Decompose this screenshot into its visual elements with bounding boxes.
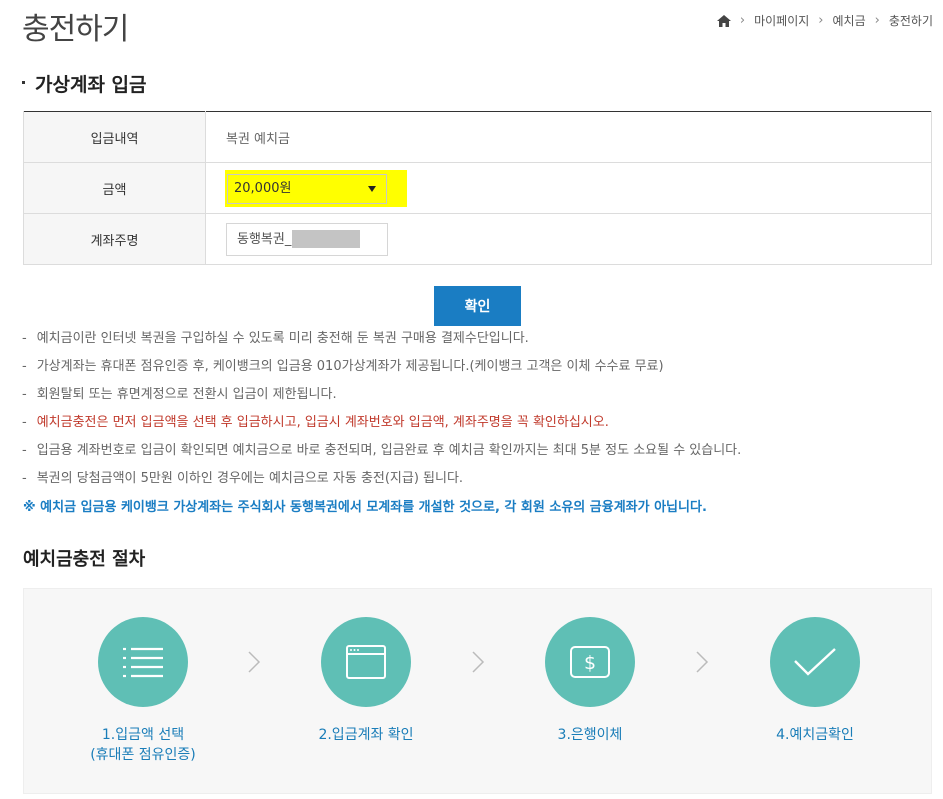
procedure-title: 예치금충전 절차 [23, 549, 146, 570]
list-icon [123, 647, 163, 678]
section-title: 가상계좌 입금 [22, 70, 147, 97]
notice-text-warning: 예치금충전은 먼저 입금액을 선택 후 입금하시고, 입금시 계좌번호와 입금액… [36, 415, 609, 430]
amount-label: 금액 [23, 162, 206, 214]
step-title: 2.입금계좌 확인 [318, 727, 414, 743]
list-item: - 복권의 당첨금액이 5만원 이하인 경우에는 예치금으로 자동 충전(지급) … [22, 469, 932, 497]
step-circle [98, 617, 188, 707]
browser-window-icon [346, 645, 386, 679]
step-circle: $ [545, 617, 635, 707]
notice-text: 복권의 당첨금액이 5만원 이하인 경우에는 예치금으로 자동 충전(지급) 됩… [36, 471, 464, 486]
step-subtitle: (휴대폰 점유인증) [90, 747, 196, 763]
breadcrumb-charge[interactable]: 충전하기 [889, 12, 933, 29]
chevron-right-icon [696, 651, 709, 673]
breadcrumb-separator: › [818, 13, 824, 28]
amount-select-value: 20,000원 [234, 180, 292, 196]
bullet-dot [22, 81, 25, 84]
account-holder-value: 동행복권_ [237, 231, 292, 247]
list-item: - 예치금충전은 먼저 입금액을 선택 후 입금하시고, 입금시 계좌번호와 입금… [22, 413, 932, 441]
notice-list: - 예치금이란 인터넷 복권을 구입하실 수 있도록 미리 충전해 둔 복권 구매… [22, 329, 932, 497]
checkmark-icon [794, 648, 836, 676]
home-icon[interactable] [716, 14, 731, 27]
step-3: $ 3.은행이체 [490, 617, 690, 745]
list-item: - 회원탈퇴 또는 휴면계정으로 전환시 입금이 제한됩니다. [22, 385, 932, 413]
list-item: - 예치금이란 인터넷 복권을 구입하실 수 있도록 미리 충전해 둔 복권 구매… [22, 329, 932, 357]
step-2: 2.입금계좌 확인 [266, 617, 466, 745]
page-title: 충전하기 [22, 12, 129, 47]
step-label: 4.예치금확인 [715, 725, 915, 745]
dollar-icon: $ [570, 646, 610, 678]
svg-text:$: $ [584, 652, 596, 674]
step-label: 3.은행이체 [490, 725, 690, 745]
notice-text: 회원탈퇴 또는 휴면계정으로 전환시 입금이 제한됩니다. [36, 387, 337, 402]
notice-text: 예치금이란 인터넷 복권을 구입하실 수 있도록 미리 충전해 둔 복권 구매용… [36, 331, 529, 346]
list-item: - 가상계좌는 휴대폰 점유인증 후, 케이뱅크의 입금용 010가상계좌가 제공… [22, 357, 932, 385]
step-circle [770, 617, 860, 707]
step-title: 1.입금액 선택 [101, 727, 185, 743]
step-label: 1.입금액 선택 (휴대폰 점유인증) [43, 725, 243, 765]
breadcrumb: › 마이페이지 › 예치금 › 충전하기 [716, 12, 933, 29]
breadcrumb-mypage[interactable]: 마이페이지 [754, 12, 809, 29]
step-1: 1.입금액 선택 (휴대폰 점유인증) [43, 617, 243, 765]
confirm-button[interactable]: 확인 [434, 286, 521, 326]
table-row: 금액 20,000원 [23, 162, 932, 214]
list-item: - 입금용 계좌번호로 입금이 확인되면 예치금으로 바로 충전되며, 입금완료 … [22, 441, 932, 469]
redacted-block [292, 230, 361, 248]
step-label: 2.입금계좌 확인 [266, 725, 466, 745]
step-4: 4.예치금확인 [715, 617, 915, 745]
notice-text: 가상계좌는 휴대폰 점유인증 후, 케이뱅크의 입금용 010가상계좌가 제공됩… [36, 359, 664, 374]
step-title: 3.은행이체 [557, 727, 623, 743]
amount-select[interactable]: 20,000원 [227, 173, 387, 204]
list-dash: - [22, 415, 27, 430]
dropdown-arrow-icon [368, 185, 376, 192]
procedure-panel: 1.입금액 선택 (휴대폰 점유인증) 2.입금계좌 확인 $ 3.은행이체 4… [23, 588, 932, 794]
list-dash: - [22, 471, 27, 486]
deposit-form-table: 입금내역 복권 예치금 금액 20,000원 계좌주명 동행복권_ [23, 111, 932, 265]
table-row: 입금내역 복권 예치금 [23, 111, 932, 163]
deposit-type-label: 입금내역 [23, 111, 206, 163]
bank-disclaimer: ※ 예치금 입금용 케이뱅크 가상계좌는 주식회사 동행복권에서 모계좌를 개설… [23, 500, 707, 515]
deposit-type-value: 복권 예치금 [205, 111, 932, 163]
account-holder-field[interactable]: 동행복권_ [226, 222, 388, 256]
table-row: 계좌주명 동행복권_ [23, 213, 932, 265]
notice-text: 입금용 계좌번호로 입금이 확인되면 예치금으로 바로 충전되며, 입금완료 후… [36, 443, 742, 458]
chevron-right-icon [472, 651, 485, 673]
section-title-text: 가상계좌 입금 [35, 74, 147, 96]
breadcrumb-separator: › [739, 13, 746, 28]
list-dash: - [22, 443, 27, 458]
list-dash: - [22, 359, 27, 374]
breadcrumb-deposit[interactable]: 예치금 [833, 12, 866, 29]
list-dash: - [22, 331, 27, 346]
breadcrumb-separator: › [874, 13, 880, 28]
account-holder-label: 계좌주명 [23, 213, 206, 265]
step-title: 4.예치금확인 [776, 727, 854, 743]
list-dash: - [22, 387, 27, 402]
chevron-right-icon [248, 651, 261, 673]
step-circle [321, 617, 411, 707]
amount-highlight: 20,000원 [225, 169, 407, 207]
